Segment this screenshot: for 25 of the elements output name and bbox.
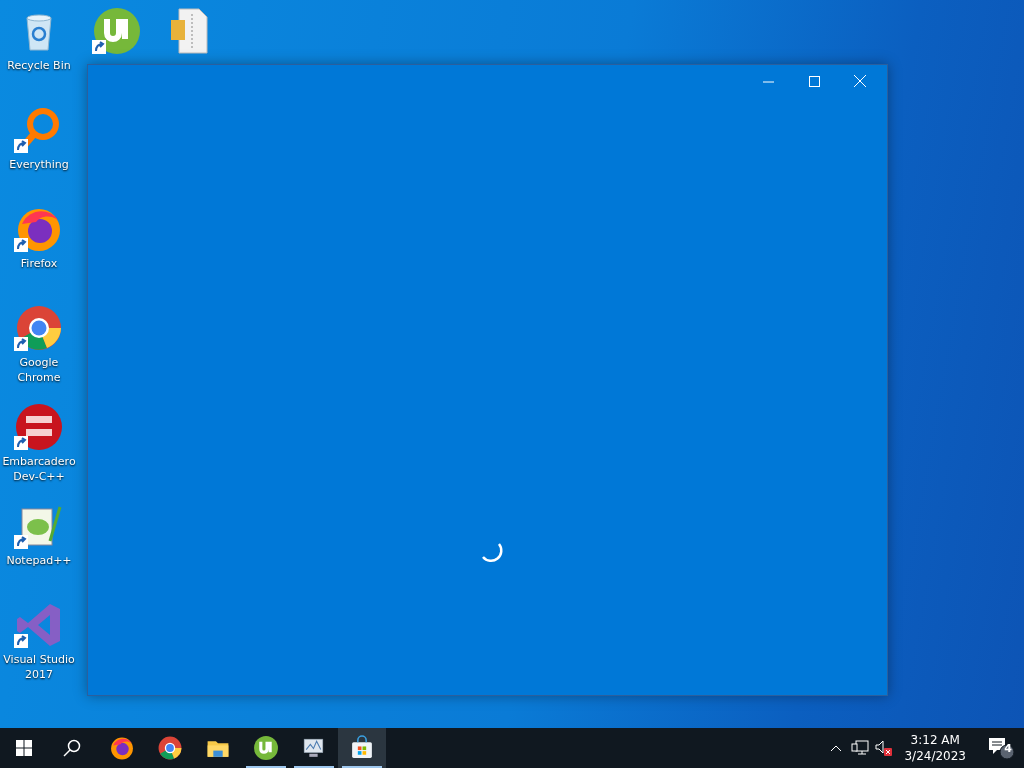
utorrent-icon — [253, 735, 279, 761]
notification-icon — [986, 735, 1016, 761]
windows-logo-icon — [16, 740, 32, 756]
network-icon — [851, 740, 870, 756]
chrome-icon[interactable] — [14, 303, 64, 353]
utorrent-icon[interactable] — [92, 6, 142, 56]
icon-label: Notepad++ — [6, 553, 72, 568]
taskbar-app-button[interactable] — [338, 728, 386, 768]
clock-button[interactable]: 3:12 AM 3/24/2023 — [896, 728, 974, 768]
icon-label: Embarcadero Dev-C++ — [1, 454, 77, 484]
close-icon — [854, 75, 866, 87]
maximize-icon — [808, 75, 820, 87]
icon-label: Firefox — [20, 256, 58, 271]
icon-label: Recycle Bin — [7, 58, 71, 73]
notification-count: 4 — [1003, 741, 1013, 757]
store-icon — [349, 735, 375, 761]
icon-label: Everything — [9, 157, 69, 172]
firefox-icon — [109, 735, 135, 761]
icon-label: Visual Studio 2017 — [2, 652, 76, 682]
notification-button[interactable]: 4 — [978, 728, 1024, 768]
search-icon — [63, 739, 81, 757]
chrome-icon — [157, 735, 183, 761]
dev-cpp-icon[interactable] — [14, 402, 64, 452]
chevron-up-icon — [830, 744, 843, 752]
icon-label: Google Chrome — [16, 355, 62, 385]
